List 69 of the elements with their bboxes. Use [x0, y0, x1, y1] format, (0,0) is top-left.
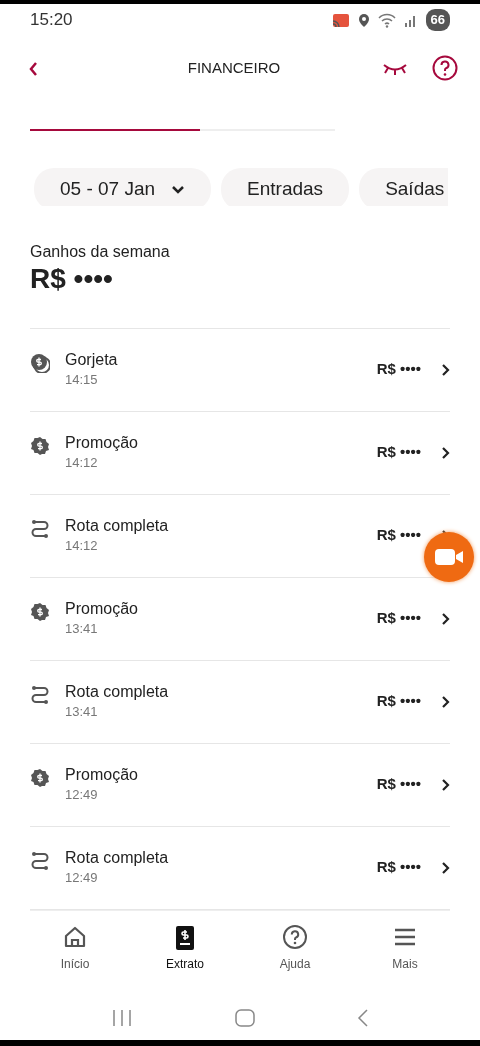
transaction-title: Promoção [65, 433, 139, 453]
transaction-time: 14:12 [65, 453, 99, 472]
recent-apps-icon [111, 1009, 133, 1028]
chevron-right-icon [441, 860, 450, 875]
transaction-row[interactable]: Promoção 13:41 R$ •••• [30, 577, 450, 661]
video-camera-icon [434, 547, 464, 567]
chevron-down-icon [171, 184, 186, 194]
filter-chip[interactable]: Entradas [221, 168, 350, 206]
back-icon [28, 61, 38, 78]
transaction-amount: R$ •••• [376, 608, 421, 629]
help-button[interactable] [432, 55, 458, 82]
video-camera-overlay[interactable] [424, 532, 474, 582]
header-title: FINANCEIRO [187, 58, 281, 79]
transaction-amount: R$ •••• [376, 691, 421, 712]
transaction-amount: R$ •••• [376, 442, 421, 463]
wifi-icon [377, 12, 396, 28]
chevron-right-icon [441, 445, 450, 460]
transaction-title: Promoção [65, 765, 139, 785]
transaction-time: 12:49 [65, 785, 99, 804]
badge-icon [30, 602, 50, 623]
filter-chip[interactable]: Saídas [359, 168, 448, 206]
tab-indicator[interactable] [30, 129, 200, 132]
nav-tab[interactable]: Mais [360, 924, 450, 995]
transaction-title: Rota completa [65, 516, 170, 536]
transaction-amount: R$ •••• [376, 774, 421, 795]
transaction-time: 14:12 [65, 536, 99, 555]
nav-tab[interactable]: Ajuda [250, 924, 340, 995]
transaction-row[interactable]: Promoção 14:12 R$ •••• [30, 411, 450, 495]
back-icon [357, 1009, 369, 1028]
location-icon [357, 12, 370, 28]
cast-icon [331, 12, 350, 28]
summary-amount: R$ •••• [30, 263, 114, 295]
transaction-amount: R$ •••• [376, 525, 421, 546]
home-square-icon [235, 1009, 255, 1028]
badge-icon [30, 768, 50, 789]
chevron-right-icon [441, 362, 450, 377]
chevron-right-icon [441, 611, 450, 626]
help-icon [283, 924, 307, 951]
transaction-title: Gorjeta [65, 350, 119, 370]
transaction-title: Rota completa [65, 682, 170, 702]
transaction-amount: R$ •••• [376, 857, 421, 878]
transaction-title: Promoção [65, 599, 139, 619]
transaction-time: 13:41 [65, 619, 99, 638]
transaction-time: 13:41 [65, 702, 99, 721]
route-icon [30, 685, 50, 706]
transaction-row[interactable]: Rota completa 12:49 R$ •••• [30, 826, 450, 910]
transaction-time: 14:15 [65, 370, 99, 389]
transaction-amount: R$ •••• [376, 359, 421, 380]
nav-tab[interactable]: Início [30, 924, 120, 995]
badge-icon [30, 436, 50, 457]
route-icon [30, 519, 50, 540]
signal-icon [403, 13, 418, 28]
transaction-row[interactable]: Promoção 12:49 R$ •••• [30, 743, 450, 827]
route-icon [30, 851, 50, 872]
coins-icon [30, 353, 50, 374]
chevron-right-icon [441, 777, 450, 792]
battery-level: 66 [425, 9, 450, 31]
chevron-right-icon [441, 694, 450, 709]
transaction-time: 12:49 [65, 868, 99, 887]
transaction-row[interactable]: Gorjeta 14:15 R$ •••• [30, 328, 450, 412]
summary-label: Ganhos da semana [30, 241, 171, 262]
transaction-row[interactable]: Rota completa 13:41 R$ •••• [30, 660, 450, 744]
help-icon [432, 55, 458, 82]
date-dropdown[interactable]: 05 - 07 Jan [34, 168, 212, 206]
closed-eye-icon [382, 62, 408, 77]
status-time: 15:20 [30, 9, 73, 32]
transaction-title: Rota completa [65, 848, 170, 868]
receipt-icon [173, 924, 197, 951]
nav-tab[interactable]: Extrato [140, 924, 230, 995]
